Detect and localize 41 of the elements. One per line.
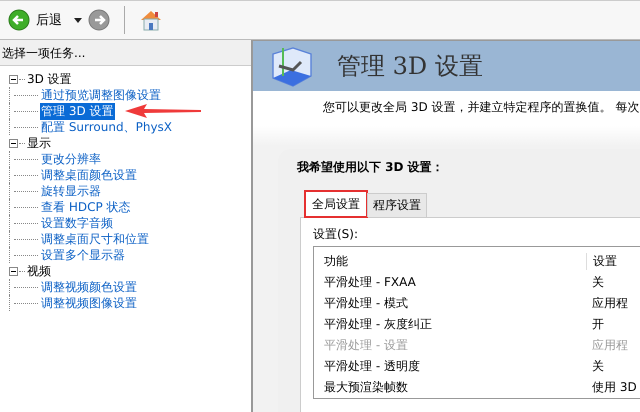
- tree-category[interactable]: 显示: [26, 134, 52, 152]
- feature-cell[interactable]: 平滑处理 - 灰度纠正: [322, 316, 586, 333]
- collapse-icon[interactable]: [9, 74, 18, 84]
- tab[interactable]: 程序设置: [367, 193, 427, 217]
- page-title: 管理 3D 设置: [337, 51, 483, 82]
- collapse-icon[interactable]: [9, 138, 18, 148]
- tree-item[interactable]: 旋转显示器: [40, 182, 102, 200]
- feature-cell[interactable]: 平滑处理 - 模式: [322, 295, 586, 312]
- task-panel-title: 选择一项任务...: [0, 40, 251, 66]
- tab[interactable]: 全局设置: [305, 191, 367, 217]
- tree-item[interactable]: 调整桌面颜色设置: [40, 166, 138, 184]
- pointer-arrow-icon: [124, 104, 201, 118]
- tree-item[interactable]: 更改分辨率: [40, 150, 102, 168]
- tree-item[interactable]: 设置多个显示器: [40, 246, 126, 264]
- page-description: 您可以更改全局 3D 设置，并建立特定程序的置换值。 每次: [322, 99, 640, 116]
- collapse-icon[interactable]: [9, 266, 18, 276]
- feature-cell[interactable]: 平滑处理 - FXAA: [322, 274, 586, 291]
- caret-icon[interactable]: [74, 18, 82, 22]
- feature-cell[interactable]: 平滑处理 - 透明度: [322, 358, 586, 375]
- tree-item[interactable]: 设置数字音频: [40, 214, 114, 232]
- value-cell[interactable]: 使用 3D: [586, 379, 640, 396]
- tree-item[interactable]: 管理 3D 设置: [40, 102, 115, 120]
- tree-category[interactable]: 3D 设置: [26, 70, 73, 88]
- back-button[interactable]: 后退: [36, 11, 62, 29]
- column-header[interactable]: 设置: [586, 253, 640, 270]
- tree-item[interactable]: 通过预览调整图像设置: [40, 86, 162, 104]
- tree-item[interactable]: 调整视频颜色设置: [40, 278, 138, 296]
- tree-item[interactable]: 调整视频图像设置: [40, 294, 138, 312]
- tree-item[interactable]: 查看 HDCP 状态: [40, 198, 132, 216]
- value-cell[interactable]: 应用程: [586, 295, 640, 312]
- value-cell[interactable]: 关: [586, 358, 640, 375]
- home-icon[interactable]: [139, 8, 163, 32]
- value-cell[interactable]: 开: [586, 316, 640, 333]
- tree-category[interactable]: 视频: [26, 262, 52, 280]
- column-header[interactable]: 功能: [322, 253, 586, 270]
- value-cell[interactable]: 关: [586, 274, 640, 291]
- tree-item[interactable]: 调整桌面尺寸和位置: [40, 230, 150, 248]
- feature-cell[interactable]: 最大预渲染帧数: [322, 379, 586, 396]
- settings-prompt: 我希望使用以下 3D 设置：: [297, 159, 445, 176]
- tree-item[interactable]: 配置 Surround、PhysX: [40, 118, 174, 136]
- settings-label: 设置(S):: [313, 226, 360, 243]
